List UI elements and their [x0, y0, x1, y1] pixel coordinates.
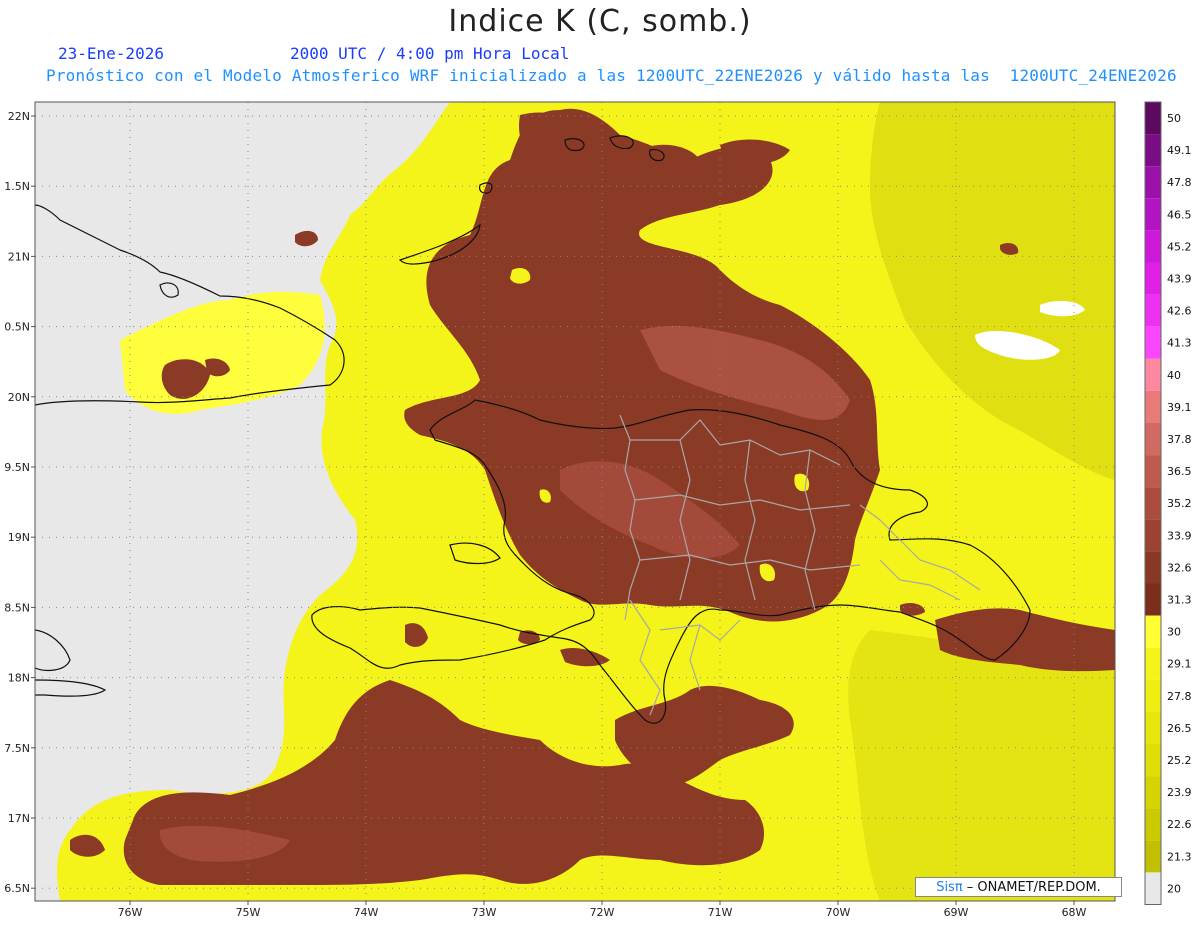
lon-label: 68W	[1062, 906, 1087, 919]
longitude-labels: 76W 75W 74W 73W 72W 71W 70W 69W 68W	[118, 901, 1087, 919]
colorbar-label: 45.2	[1167, 240, 1192, 253]
colorbar-swatch	[1145, 551, 1161, 584]
colorbar-label: 25.2	[1167, 754, 1192, 767]
colorbar-swatch	[1145, 294, 1161, 327]
credit-box: Sisπ – ONAMET/REP.DOM.	[915, 877, 1122, 897]
colorbar-label: 43.9	[1167, 273, 1192, 286]
colorbar-swatch	[1145, 840, 1161, 873]
lat-label: 19N	[8, 531, 30, 544]
colorbar-swatch	[1145, 679, 1161, 712]
lon-label: 73W	[472, 906, 497, 919]
colorbar-label: 26.5	[1167, 722, 1192, 735]
map-plot-area	[35, 102, 1115, 901]
colorbar-swatch	[1145, 615, 1161, 648]
latitude-labels: 22N 1.5N 21N 0.5N 20N 9.5N 19N 8.5N 18N 7.5N 17N 6.…	[4, 110, 35, 895]
colorbar-label: 31.3	[1167, 594, 1192, 607]
colorbar-swatch	[1145, 455, 1161, 488]
lon-label: 76W	[118, 906, 143, 919]
colorbar-swatch	[1145, 230, 1161, 263]
lat-label: 0.5N	[4, 321, 30, 334]
colorbar: 50 49.1 47.8 46.5 45.2 43.9 42.6 41.3 40 39.1 37.8…	[1144, 101, 1192, 905]
colorbar-label: 40	[1167, 369, 1181, 382]
lat-label: 1.5N	[4, 180, 30, 193]
colorbar-label: 50	[1167, 112, 1181, 125]
lon-label: 75W	[236, 906, 261, 919]
lon-label: 71W	[708, 906, 733, 919]
colorbar-label: 33.9	[1167, 529, 1192, 542]
colorbar-label: 47.8	[1167, 176, 1192, 189]
lat-label: 9.5N	[4, 461, 30, 474]
colorbar-swatch	[1145, 744, 1161, 777]
colorbar-swatch	[1145, 102, 1161, 135]
colorbar-label: 42.6	[1167, 305, 1192, 318]
colorbar-label: 41.3	[1167, 337, 1192, 350]
credit-brand: Sisπ	[936, 880, 963, 895]
colorbar-swatch	[1145, 872, 1161, 905]
colorbar-swatch	[1145, 423, 1161, 456]
lon-label: 74W	[354, 906, 379, 919]
lat-label: 18N	[8, 672, 30, 685]
colorbar-swatch	[1145, 808, 1161, 841]
colorbar-label: 39.1	[1167, 401, 1192, 414]
colorbar-label: 21.3	[1167, 850, 1192, 863]
colorbar-swatch	[1145, 776, 1161, 809]
colorbar-label: 23.9	[1167, 786, 1192, 799]
lat-label: 8.5N	[4, 601, 30, 614]
colorbar-swatch	[1145, 198, 1161, 231]
credit-text: – ONAMET/REP.DOM.	[962, 880, 1101, 895]
colorbar-label: 36.5	[1167, 465, 1192, 478]
colorbar-label: 29.1	[1167, 658, 1192, 671]
map-figure: 22N 1.5N 21N 0.5N 20N 9.5N 19N 8.5N 18N 7.5N 17N 6.…	[4, 101, 1192, 919]
colorbar-label: 37.8	[1167, 433, 1192, 446]
lat-label: 6.5N	[4, 882, 30, 895]
colorbar-label: 30	[1167, 626, 1181, 639]
lon-label: 69W	[944, 906, 969, 919]
colorbar-swatch	[1145, 134, 1161, 167]
lat-label: 22N	[8, 110, 30, 123]
colorbar-label: 35.2	[1167, 497, 1192, 510]
colorbar-label: 46.5	[1167, 208, 1192, 221]
colorbar-swatch	[1145, 166, 1161, 199]
colorbar-swatch	[1145, 583, 1161, 616]
lat-label: 21N	[8, 250, 30, 263]
lon-label: 70W	[826, 906, 851, 919]
colorbar-swatch	[1145, 358, 1161, 391]
colorbar-label: 22.6	[1167, 818, 1192, 831]
colorbar-swatch	[1145, 390, 1161, 423]
colorbar-swatch	[1145, 519, 1161, 552]
colorbar-swatch	[1145, 326, 1161, 359]
colorbar-label: 20	[1167, 882, 1181, 895]
lat-label: 17N	[8, 812, 30, 825]
colorbar-swatch	[1145, 262, 1161, 295]
colorbar-label: 49.1	[1167, 144, 1192, 157]
lat-label: 7.5N	[4, 742, 30, 755]
colorbar-swatch	[1145, 647, 1161, 680]
colorbar-swatch	[1145, 487, 1161, 520]
lat-label: 20N	[8, 391, 30, 404]
colorbar-swatch	[1145, 711, 1161, 744]
colorbar-label: 32.6	[1167, 561, 1192, 574]
colorbar-label: 27.8	[1167, 690, 1192, 703]
lon-label: 72W	[590, 906, 615, 919]
